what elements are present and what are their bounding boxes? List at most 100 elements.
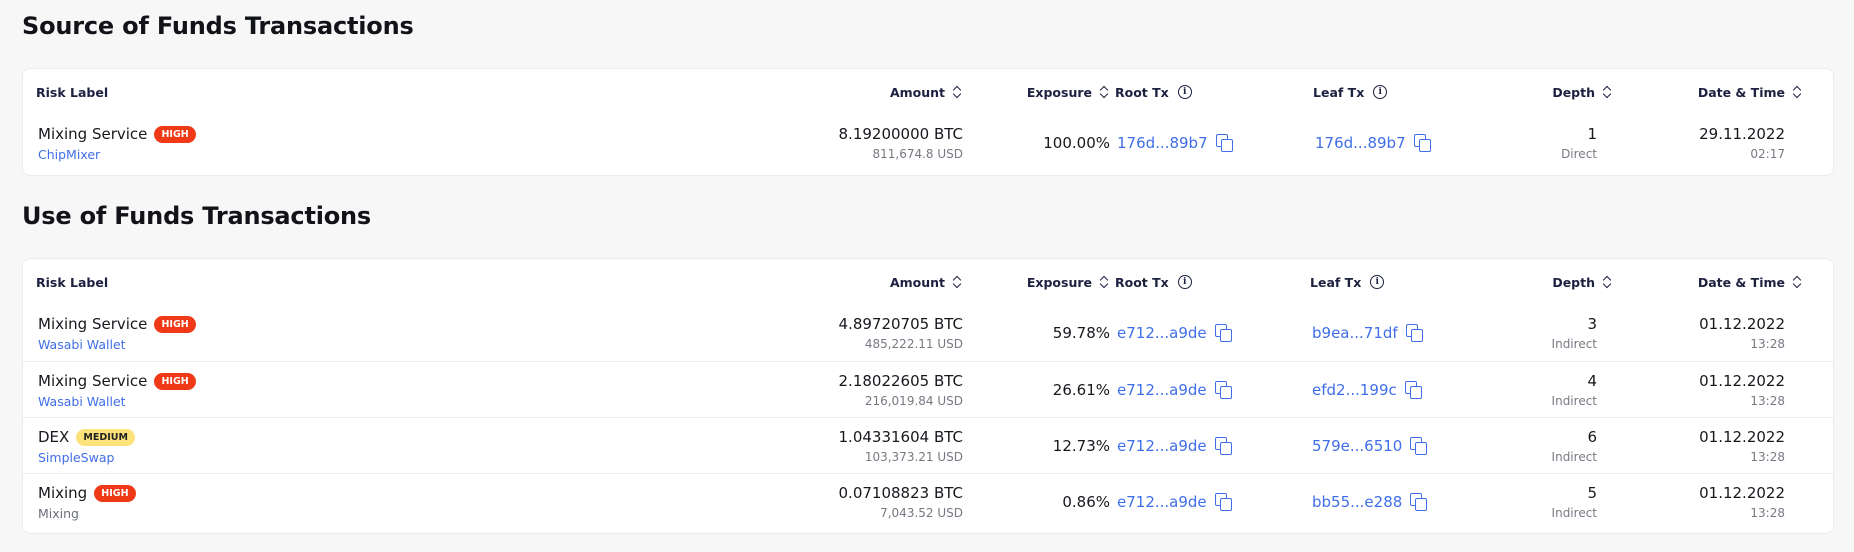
depth-type: Direct [1561, 147, 1597, 161]
header-amount[interactable]: Amount [623, 69, 963, 115]
risk-cell: Mixing Service HIGH Wasabi Wallet [38, 362, 196, 418]
info-icon[interactable]: i [1177, 85, 1192, 99]
depth-type: Indirect [1551, 394, 1597, 408]
sort-icon[interactable] [1793, 275, 1803, 289]
copy-icon[interactable] [1404, 381, 1423, 399]
header-depth-label: Depth [1552, 84, 1595, 100]
header-depth-label: Depth [1552, 274, 1595, 290]
risk-label: DEX [38, 428, 70, 446]
exposure-value: 26.61% [1052, 381, 1110, 399]
amount-usd: 103,373.21 USD [864, 450, 963, 464]
copy-icon[interactable] [1214, 381, 1233, 399]
depth-type: Indirect [1551, 506, 1597, 520]
header-depth[interactable]: Depth [1473, 69, 1613, 115]
exposure-cell: 0.86% [963, 474, 1110, 530]
date-value: 29.11.2022 [1699, 125, 1785, 143]
exposure-cell: 100.00% [963, 115, 1110, 171]
leaf-tx-link[interactable]: efd2...199c [1312, 381, 1397, 399]
entity-link[interactable]: SimpleSwap [38, 450, 114, 465]
sort-icon[interactable] [1793, 85, 1803, 99]
exposure-value: 59.78% [1052, 324, 1110, 342]
risk-badge: HIGH [154, 373, 196, 390]
table-row: Mixing Service HIGH Wasabi Wallet 2.1802… [23, 361, 1835, 417]
copy-icon[interactable] [1405, 324, 1424, 342]
header-exposure-label: Exposure [1026, 84, 1092, 100]
info-icon[interactable]: i [1177, 275, 1192, 289]
amount-btc: 2.18022605 BTC [838, 372, 963, 390]
entity-label: Mixing [38, 506, 79, 521]
amount-usd: 7,043.52 USD [880, 506, 963, 520]
header-root-tx-label: Root Tx [1115, 274, 1169, 290]
sort-icon[interactable] [1603, 275, 1613, 289]
header-leaf-tx-label: Leaf Tx [1313, 84, 1365, 100]
copy-icon[interactable] [1410, 437, 1428, 455]
source-table: Risk Label Amount Exposure Root Tx i Leaf… [22, 68, 1834, 176]
entity-link[interactable]: Wasabi Wallet [38, 337, 126, 352]
header-exposure-label: Exposure [1026, 274, 1092, 290]
risk-badge: MEDIUM [76, 429, 135, 446]
leaf-tx-link[interactable]: b9ea...71df [1312, 324, 1398, 342]
entity-link[interactable]: ChipMixer [38, 147, 100, 162]
root-tx-link[interactable]: e712...a9de [1117, 437, 1207, 455]
sort-icon[interactable] [953, 275, 963, 289]
time-value: 02:17 [1750, 147, 1785, 161]
amount-usd: 811,674.8 USD [872, 147, 963, 161]
entity-link[interactable]: Wasabi Wallet [38, 394, 126, 409]
sort-icon[interactable] [1100, 275, 1110, 289]
table-row: Mixing Service HIGH ChipMixer 8.19200000… [23, 115, 1835, 171]
header-leaf-tx: Leaf Tx i [1313, 69, 1388, 115]
leaf-tx-link[interactable]: bb55...e288 [1312, 493, 1402, 511]
depth-value: 1 [1587, 125, 1597, 143]
depth-cell: 4 Indirect [1473, 362, 1597, 418]
header-exposure[interactable]: Exposure [963, 69, 1110, 115]
header-exposure[interactable]: Exposure [963, 259, 1110, 305]
amount-btc: 0.07108823 BTC [838, 484, 963, 502]
header-root-tx: Root Tx i [1115, 259, 1192, 305]
depth-value: 4 [1587, 372, 1597, 390]
copy-icon[interactable] [1214, 324, 1233, 342]
info-icon[interactable]: i [1373, 85, 1388, 99]
root-tx-cell: e712...a9de [1117, 305, 1233, 361]
table-row: Mixing Service HIGH Wasabi Wallet 4.8972… [23, 305, 1835, 361]
sort-icon[interactable] [953, 85, 963, 99]
date-value: 01.12.2022 [1699, 372, 1785, 390]
root-tx-link[interactable]: e712...a9de [1117, 493, 1207, 511]
page: Source of Funds Transactions Risk Label … [0, 0, 1854, 552]
header-date-time-label: Date & Time [1697, 274, 1785, 290]
root-tx-cell: e712...a9de [1117, 474, 1233, 530]
depth-value: 3 [1587, 315, 1597, 333]
header-date-time-label: Date & Time [1697, 84, 1785, 100]
table-row: DEX MEDIUM SimpleSwap 1.04331604 BTC 103… [23, 417, 1835, 473]
header-date-time[interactable]: Date & Time [1623, 259, 1803, 305]
root-tx-cell: 176d...89b7 [1117, 115, 1234, 171]
date-cell: 01.12.2022 13:28 [1623, 418, 1785, 474]
copy-icon[interactable] [1410, 493, 1428, 511]
time-value: 13:28 [1750, 450, 1785, 464]
root-tx-link[interactable]: 176d...89b7 [1117, 134, 1208, 152]
leaf-tx-link[interactable]: 579e...6510 [1312, 437, 1402, 455]
leaf-tx-link[interactable]: 176d...89b7 [1315, 134, 1406, 152]
copy-icon[interactable] [1214, 493, 1233, 511]
leaf-tx-cell: bb55...e288 [1312, 474, 1428, 530]
header-risk-label: Risk Label [36, 84, 109, 100]
sort-icon[interactable] [1100, 85, 1110, 99]
copy-icon[interactable] [1215, 134, 1234, 152]
use-table: Risk Label Amount Exposure Root Tx i Leaf… [22, 258, 1835, 534]
depth-type: Indirect [1551, 450, 1597, 464]
header-date-time[interactable]: Date & Time [1623, 69, 1803, 115]
date-cell: 01.12.2022 13:28 [1623, 362, 1785, 418]
header-leaf-tx-label: Leaf Tx [1310, 274, 1362, 290]
header-depth[interactable]: Depth [1473, 259, 1613, 305]
root-tx-link[interactable]: e712...a9de [1117, 381, 1207, 399]
risk-cell: DEX MEDIUM SimpleSwap [38, 418, 135, 474]
copy-icon[interactable] [1413, 134, 1432, 152]
sort-icon[interactable] [1603, 85, 1613, 99]
root-tx-link[interactable]: e712...a9de [1117, 324, 1207, 342]
risk-badge: HIGH [94, 485, 136, 502]
depth-type: Indirect [1551, 337, 1597, 351]
info-icon[interactable]: i [1370, 275, 1385, 289]
copy-icon[interactable] [1214, 437, 1233, 455]
date-value: 01.12.2022 [1699, 315, 1785, 333]
depth-cell: 1 Direct [1473, 115, 1597, 171]
header-amount[interactable]: Amount [623, 259, 963, 305]
